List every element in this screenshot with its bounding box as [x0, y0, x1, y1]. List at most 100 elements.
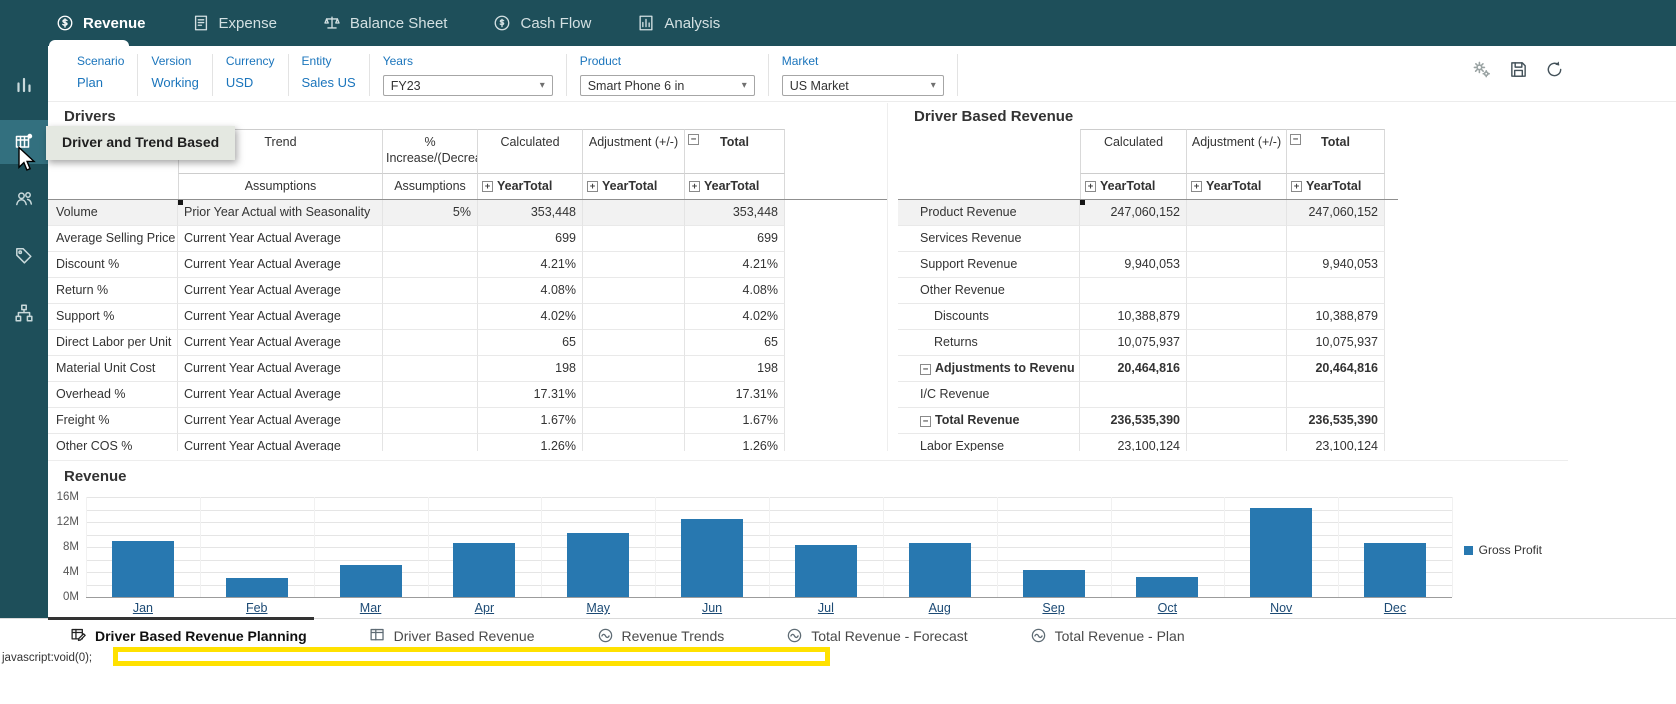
row-header-average-selling-price[interactable]: Average Selling Price	[48, 226, 178, 252]
row-header-labor-expense[interactable]: Labor Expense	[898, 434, 1080, 451]
cell-overhead-3[interactable]	[583, 382, 685, 408]
cell-volume-4[interactable]: 353,448	[685, 200, 785, 226]
cell-support-4[interactable]: 4.02%	[685, 304, 785, 330]
row-header-total-revenue[interactable]: −Total Revenue	[898, 408, 1080, 434]
col-header-calculated[interactable]: Calculated	[1080, 129, 1187, 173]
bottom-tab-driver-based-revenue-planning[interactable]: Driver Based Revenue Planning	[70, 627, 307, 644]
collapse-icon[interactable]: −	[920, 416, 931, 427]
cell-return-1[interactable]	[383, 278, 478, 304]
cell-other-revenue-0[interactable]	[1080, 278, 1187, 304]
cell-support-2[interactable]: 4.02%	[478, 304, 583, 330]
x-label-sep[interactable]: Sep	[997, 601, 1111, 615]
row-header-overhead[interactable]: Overhead %	[48, 382, 178, 408]
row-header-freight[interactable]: Freight %	[48, 408, 178, 434]
cell-freight-1[interactable]	[383, 408, 478, 434]
col-header-total[interactable]: −Total	[685, 129, 785, 173]
col-subheader-yeartotal[interactable]: +YearTotal	[1080, 173, 1187, 199]
cell-return-0[interactable]: Current Year Actual Average	[178, 278, 383, 304]
cell-material-unit-cost-2[interactable]: 198	[478, 356, 583, 382]
cell-volume-0[interactable]: Prior Year Actual with Seasonality	[178, 200, 383, 226]
product-select[interactable]: Smart Phone 6 in▾	[580, 75, 755, 96]
cell-discounts-1[interactable]	[1187, 304, 1287, 330]
cell-return-3[interactable]	[583, 278, 685, 304]
x-label-feb[interactable]: Feb	[200, 601, 314, 615]
cell-freight-4[interactable]: 1.67%	[685, 408, 785, 434]
cell-other-revenue-1[interactable]	[1187, 278, 1287, 304]
cell-average-selling-price-0[interactable]: Current Year Actual Average	[178, 226, 383, 252]
row-header-support-revenue[interactable]: Support Revenue	[898, 252, 1080, 278]
row-header-adjustments-to-revenu[interactable]: −Adjustments to Revenu	[898, 356, 1080, 382]
cell-returns-1[interactable]	[1187, 330, 1287, 356]
expand-icon[interactable]: +	[587, 181, 598, 192]
x-label-oct[interactable]: Oct	[1110, 601, 1224, 615]
col-subheader-assumptions[interactable]: Assumptions	[178, 173, 383, 199]
col-subheader-yeartotal[interactable]: +YearTotal	[583, 173, 685, 199]
cell-support-revenue-0[interactable]: 9,940,053	[1080, 252, 1187, 278]
col-header-total[interactable]: −Total	[1287, 129, 1385, 173]
bar-feb[interactable]	[226, 578, 288, 597]
cell-services-revenue-0[interactable]	[1080, 226, 1187, 252]
cell-discount-1[interactable]	[383, 252, 478, 278]
bar-mar[interactable]	[340, 565, 402, 597]
cell-other-cos-2[interactable]: 1.26%	[478, 434, 583, 451]
cell-discount-4[interactable]: 4.21%	[685, 252, 785, 278]
row-header-material-unit-cost[interactable]: Material Unit Cost	[48, 356, 178, 382]
x-label-dec[interactable]: Dec	[1338, 601, 1452, 615]
cell-overhead-1[interactable]	[383, 382, 478, 408]
cell-material-unit-cost-4[interactable]: 198	[685, 356, 785, 382]
cell-discounts-2[interactable]: 10,388,879	[1287, 304, 1385, 330]
refresh-icon[interactable]	[1545, 60, 1564, 79]
cell-adjustments-to-revenu-2[interactable]: 20,464,816	[1287, 356, 1385, 382]
cell-product-revenue-1[interactable]	[1187, 200, 1287, 226]
settings-icon[interactable]	[1471, 59, 1492, 80]
cell-other-cos-3[interactable]	[583, 434, 685, 451]
cell-return-4[interactable]: 4.08%	[685, 278, 785, 304]
bar-oct[interactable]	[1136, 577, 1198, 597]
bar-apr[interactable]	[453, 543, 515, 597]
col-subheader-yeartotal[interactable]: +YearTotal	[685, 173, 785, 199]
nav-tab-analysis[interactable]: Analysis	[637, 14, 720, 32]
cell-average-selling-price-4[interactable]: 699	[685, 226, 785, 252]
expand-icon[interactable]: +	[1191, 181, 1202, 192]
col-header-increase-decreas[interactable]: % Increase/(Decreas	[383, 129, 478, 173]
cell-overhead-4[interactable]: 17.31%	[685, 382, 785, 408]
col-subheader-yeartotal[interactable]: +YearTotal	[1287, 173, 1385, 199]
bar-may[interactable]	[567, 533, 629, 597]
pov-value-entity[interactable]: Sales US	[302, 75, 356, 90]
row-header-product-revenue[interactable]: Product Revenue	[898, 200, 1080, 226]
sidebar-item-process[interactable]	[0, 291, 48, 335]
bar-jul[interactable]	[795, 545, 857, 597]
row-header-discount[interactable]: Discount %	[48, 252, 178, 278]
bottom-tab-total-revenue-plan[interactable]: Total Revenue - Plan	[1030, 627, 1185, 644]
cell-return-2[interactable]: 4.08%	[478, 278, 583, 304]
cell-total-revenue-2[interactable]: 236,535,390	[1287, 408, 1385, 434]
nav-tab-revenue[interactable]: Revenue	[56, 14, 146, 32]
cell-other-cos-4[interactable]: 1.26%	[685, 434, 785, 451]
bottom-tab-revenue-trends[interactable]: Revenue Trends	[597, 627, 725, 644]
expand-icon[interactable]: +	[1291, 181, 1302, 192]
collapse-icon[interactable]: −	[920, 364, 931, 375]
col-subheader-yeartotal[interactable]: +YearTotal	[478, 173, 583, 199]
col-header-calculated[interactable]: Calculated	[478, 129, 583, 173]
bottom-tab-driver-based-revenue[interactable]: Driver Based Revenue	[369, 627, 535, 644]
cell-returns-0[interactable]: 10,075,937	[1080, 330, 1187, 356]
cell-direct-labor-per-unit-4[interactable]: 65	[685, 330, 785, 356]
row-header-support[interactable]: Support %	[48, 304, 178, 330]
cell-support-0[interactable]: Current Year Actual Average	[178, 304, 383, 330]
row-header-return[interactable]: Return %	[48, 278, 178, 304]
cell-freight-3[interactable]	[583, 408, 685, 434]
row-header-services-revenue[interactable]: Services Revenue	[898, 226, 1080, 252]
collapse-icon[interactable]: −	[1290, 134, 1301, 145]
row-header-direct-labor-per-unit[interactable]: Direct Labor per Unit	[48, 330, 178, 356]
cell-material-unit-cost-3[interactable]	[583, 356, 685, 382]
cell-other-revenue-2[interactable]	[1287, 278, 1385, 304]
cell-freight-0[interactable]: Current Year Actual Average	[178, 408, 383, 434]
bottom-tab-total-revenue-forecast[interactable]: Total Revenue - Forecast	[786, 627, 967, 644]
cell-other-cos-1[interactable]	[383, 434, 478, 451]
bar-sep[interactable]	[1023, 570, 1085, 597]
cell-direct-labor-per-unit-2[interactable]: 65	[478, 330, 583, 356]
cell-discount-0[interactable]: Current Year Actual Average	[178, 252, 383, 278]
bar-jun[interactable]	[681, 519, 743, 597]
x-label-mar[interactable]: Mar	[314, 601, 428, 615]
cell-support-3[interactable]	[583, 304, 685, 330]
